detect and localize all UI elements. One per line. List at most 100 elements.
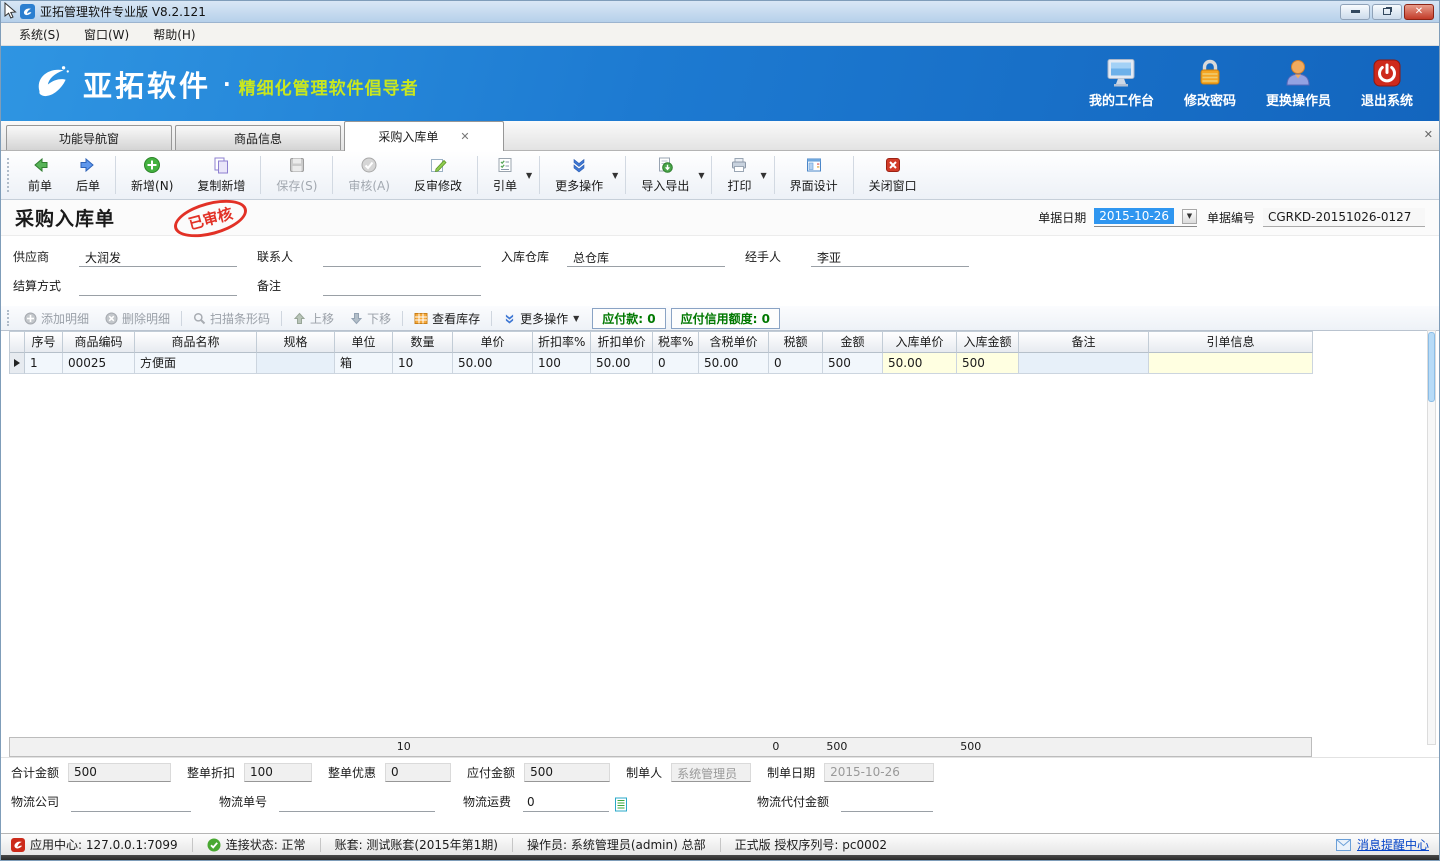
switch-operator-button[interactable]: 更换操作员: [1266, 58, 1331, 109]
detail-more-button[interactable]: 更多操作 ▼: [495, 310, 587, 327]
grid-cell[interactable]: 箱: [335, 353, 393, 374]
prev-order-button[interactable]: 前单: [16, 151, 64, 199]
doc-number-input[interactable]: CGRKD-20151026-0127: [1263, 208, 1425, 227]
save-button[interactable]: 保存(S): [264, 151, 329, 199]
message-center-link[interactable]: 消息提醒中心: [1336, 836, 1429, 853]
grid-column-header[interactable]: 单价: [453, 332, 533, 353]
tabstrip-close-icon[interactable]: ✕: [1424, 128, 1433, 141]
total-amount-input[interactable]: 500: [68, 763, 171, 782]
toolbar-grip[interactable]: [7, 158, 11, 192]
grid-column-header[interactable]: 备注: [1019, 332, 1149, 353]
grid-column-header[interactable]: 含税单价: [699, 332, 769, 353]
menu-window[interactable]: 窗口(W): [72, 23, 141, 46]
grid-cell[interactable]: 10: [393, 353, 453, 374]
my-workbench-button[interactable]: 我的工作台: [1089, 58, 1154, 109]
doc-date-input[interactable]: 2015-10-26: [1094, 208, 1174, 224]
grid-column-header[interactable]: 规格: [257, 332, 335, 353]
grid-column-header[interactable]: 商品名称: [135, 332, 257, 353]
remove-detail-button[interactable]: 删除明细: [97, 310, 178, 327]
move-down-button[interactable]: 下移: [342, 310, 399, 327]
scrollbar-thumb[interactable]: [1428, 332, 1435, 402]
grid-cell[interactable]: [257, 353, 335, 374]
audit-button[interactable]: 审核(A): [336, 151, 402, 199]
close-button[interactable]: ✕: [1404, 4, 1434, 20]
detail-toolbar-grip[interactable]: [7, 310, 11, 326]
grid-column-header[interactable]: 金额: [823, 332, 883, 353]
order-reduction-input[interactable]: 0: [385, 763, 451, 782]
tab-purchase-inbound[interactable]: 采购入库单 ✕: [344, 121, 504, 151]
freight-list-icon[interactable]: [615, 797, 627, 812]
handler-input[interactable]: 李亚: [811, 249, 969, 267]
exit-system-button[interactable]: 退出系统: [1361, 58, 1413, 109]
dropdown-arrow-icon[interactable]: ▼: [761, 171, 767, 180]
contact-input[interactable]: [323, 249, 481, 267]
grid-cell[interactable]: [1019, 353, 1149, 374]
tracking-no-input[interactable]: [279, 795, 435, 812]
copy-add-button[interactable]: 复制新增: [185, 151, 257, 199]
grid-column-header[interactable]: 税率%: [653, 332, 699, 353]
remark-input[interactable]: [323, 278, 481, 296]
grid-column-header[interactable]: 折扣单价: [591, 332, 653, 353]
grid-cell[interactable]: 00025: [63, 353, 135, 374]
unaudit-button[interactable]: 反审修改: [402, 151, 474, 199]
dropdown-arrow-icon[interactable]: ▼: [698, 171, 704, 180]
import-export-button[interactable]: 导入导出 ▼: [629, 151, 708, 199]
payable-amount-input[interactable]: 500: [524, 763, 610, 782]
menu-help[interactable]: 帮助(H): [141, 23, 207, 46]
add-detail-button[interactable]: 添加明细: [16, 310, 97, 327]
dropdown-arrow-icon[interactable]: ▼: [526, 171, 532, 180]
tab-close-icon[interactable]: ✕: [460, 131, 469, 142]
next-order-button[interactable]: 后单: [64, 151, 112, 199]
grid-column-header[interactable]: 序号: [25, 332, 63, 353]
agent-pay-input[interactable]: [841, 795, 933, 812]
grid-column-header[interactable]: 商品编码: [63, 332, 135, 353]
grid-cell[interactable]: 500: [823, 353, 883, 374]
change-password-button[interactable]: 修改密码: [1184, 58, 1236, 109]
grid-column-header[interactable]: 入库单价: [883, 332, 957, 353]
grid-cell[interactable]: 50.00: [453, 353, 533, 374]
supplier-input[interactable]: 大润发: [79, 249, 237, 267]
grid-cell[interactable]: 500: [957, 353, 1019, 374]
total-amount-field: 合计金额 500: [11, 763, 171, 782]
dropdown-arrow-icon[interactable]: ▼: [612, 171, 618, 180]
view-stock-button[interactable]: 查看库存: [406, 310, 488, 327]
restore-button[interactable]: [1372, 4, 1402, 20]
grid-cell[interactable]: 50.00: [699, 353, 769, 374]
order-discount-input[interactable]: 100: [244, 763, 312, 782]
grid-cell[interactable]: 100: [533, 353, 591, 374]
freight-input[interactable]: 0: [523, 795, 609, 812]
grid-column-header[interactable]: 折扣率%: [533, 332, 591, 353]
more-actions-button[interactable]: 更多操作 ▼: [543, 151, 622, 199]
grid-cell[interactable]: [1149, 353, 1313, 374]
pull-order-button[interactable]: 引单 ▼: [481, 151, 536, 199]
date-dropdown-icon[interactable]: ▼: [1182, 209, 1197, 224]
minimize-button[interactable]: [1340, 4, 1370, 20]
print-button[interactable]: 打印 ▼: [715, 151, 770, 199]
grid-cell[interactable]: 0: [769, 353, 823, 374]
grid-cell[interactable]: 1: [25, 353, 63, 374]
grid-column-header[interactable]: 数量: [393, 332, 453, 353]
grid-cell[interactable]: 50.00: [591, 353, 653, 374]
settlement-input[interactable]: [79, 278, 237, 296]
operator-icon: [1283, 58, 1313, 88]
menu-system[interactable]: 系统(S): [7, 23, 72, 46]
grid-column-header[interactable]: 引单信息: [1149, 332, 1313, 353]
vertical-scrollbar[interactable]: [1427, 330, 1436, 745]
grid-column-header[interactable]: 单位: [335, 332, 393, 353]
add-new-button[interactable]: 新增(N): [119, 151, 185, 199]
warehouse-input[interactable]: 总仓库: [567, 249, 725, 267]
import-export-icon: [656, 156, 674, 174]
logistics-company-input[interactable]: [71, 795, 191, 812]
scan-barcode-button[interactable]: 扫描条形码: [185, 310, 278, 327]
tab-product-info[interactable]: 商品信息: [175, 125, 341, 150]
grid-cell[interactable]: 50.00: [883, 353, 957, 374]
close-window-button[interactable]: 关闭窗口: [857, 151, 929, 199]
ui-design-button[interactable]: 界面设计: [778, 151, 850, 199]
grid-column-header[interactable]: 税额: [769, 332, 823, 353]
grid-column-header[interactable]: 入库金额: [957, 332, 1019, 353]
move-up-button[interactable]: 上移: [285, 310, 342, 327]
grid-cell[interactable]: 0: [653, 353, 699, 374]
tab-function-nav[interactable]: 功能导航窗: [6, 125, 172, 150]
grid-cell[interactable]: 方便面: [135, 353, 257, 374]
dropdown-arrow-icon[interactable]: ▼: [573, 314, 579, 323]
